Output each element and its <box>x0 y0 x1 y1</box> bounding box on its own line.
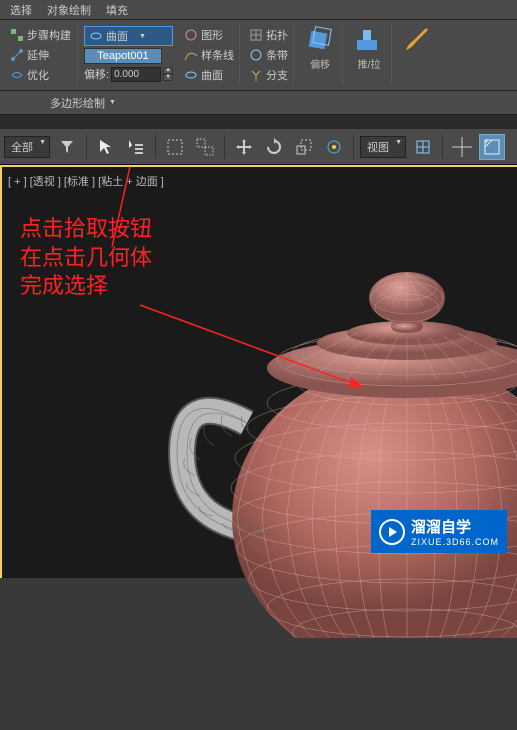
filter-icon[interactable] <box>54 134 80 160</box>
offset-row: 偏移: ▲▼ <box>84 66 173 82</box>
curve2-button[interactable]: 曲面 <box>181 66 237 84</box>
menu-select[interactable]: 选择 <box>10 2 32 18</box>
curve-button[interactable]: 曲面 ▼ <box>84 26 173 46</box>
brush-icon <box>402 26 434 54</box>
tuila-large[interactable]: 推/拉 <box>347 24 392 86</box>
watermark: 溜溜自学 ZIXUE.3D66.COM <box>371 510 507 553</box>
menu-bar: 选择 对象绘制 填充 <box>0 0 517 20</box>
tuila-icon <box>353 26 385 54</box>
ribbon: 步骤构建 延伸 优化 曲面 ▼ Teapot001 偏移: ▲▼ 图形 <box>0 20 517 91</box>
polyedit-dropdown[interactable]: 多边形绘制 ▼ <box>50 95 116 111</box>
rotate-icon[interactable] <box>261 134 287 160</box>
topology-icon <box>249 28 263 42</box>
branch-icon <box>249 68 263 82</box>
strips-button[interactable]: 条带 <box>246 46 291 64</box>
curve2-icon <box>184 68 198 82</box>
select-list-icon[interactable] <box>123 134 149 160</box>
toolbar: 全部 视图 <box>0 129 517 165</box>
topology-button[interactable]: 拓扑 <box>246 26 291 44</box>
step-icon <box>10 28 24 42</box>
rect-select-icon[interactable] <box>162 134 188 160</box>
viewport[interactable]: [ + ] [透视 ] [标准 ] [粘土 + 边面 ] 点击拾取按钮 在点击几… <box>0 165 517 578</box>
scale-icon[interactable] <box>291 134 317 160</box>
divider <box>0 115 517 129</box>
ribbon-group-1: 步骤构建 延伸 优化 <box>4 24 78 86</box>
view-dropdown[interactable]: 视图 <box>360 136 406 158</box>
all-dropdown[interactable]: 全部 <box>4 136 50 158</box>
splines-icon <box>184 48 198 62</box>
ribbon-group-3: 图形 样条线 曲面 <box>179 24 240 86</box>
menu-fill[interactable]: 填充 <box>106 2 128 18</box>
menu-objectdraw[interactable]: 对象绘制 <box>47 2 91 18</box>
splines-button[interactable]: 样条线 <box>181 46 237 64</box>
angle-snap-icon[interactable] <box>479 134 505 160</box>
pianyi-large[interactable]: 偏移 <box>298 24 343 86</box>
viewport-label[interactable]: [ + ] [透视 ] [标准 ] [粘土 + 边面 ] <box>8 173 164 189</box>
branch-button[interactable]: 分支 <box>246 66 291 84</box>
pianyi-icon <box>304 26 336 54</box>
strips-icon <box>249 48 263 62</box>
graphic-button[interactable]: 图形 <box>181 26 237 44</box>
spinner-buttons[interactable]: ▲▼ <box>163 67 173 81</box>
secondary-bar: 多边形绘制 ▼ <box>0 91 517 115</box>
teapot-name-field[interactable]: Teapot001 <box>84 48 162 64</box>
optimize-icon <box>10 68 24 82</box>
watermark-logo-icon <box>379 519 405 545</box>
extend-icon <box>10 48 24 62</box>
offset-spinner[interactable] <box>111 67 161 82</box>
brush-large[interactable] <box>396 24 440 86</box>
optimize-button[interactable]: 优化 <box>6 66 75 84</box>
move-icon[interactable] <box>231 134 257 160</box>
snap-icon[interactable] <box>449 134 475 160</box>
window-crossing-icon[interactable] <box>192 134 218 160</box>
teapot-model[interactable] <box>107 188 517 638</box>
ribbon-group-4: 拓扑 条带 分支 <box>244 24 294 86</box>
placement-icon[interactable] <box>321 134 347 160</box>
coord-icon[interactable] <box>410 134 436 160</box>
extend-button[interactable]: 延伸 <box>6 46 75 64</box>
circle-icon <box>184 28 198 42</box>
ribbon-group-2: 曲面 ▼ Teapot001 偏移: ▲▼ <box>82 24 175 86</box>
curve-icon <box>89 29 103 43</box>
step-build-button[interactable]: 步骤构建 <box>6 26 75 44</box>
select-arrow-icon[interactable] <box>93 134 119 160</box>
